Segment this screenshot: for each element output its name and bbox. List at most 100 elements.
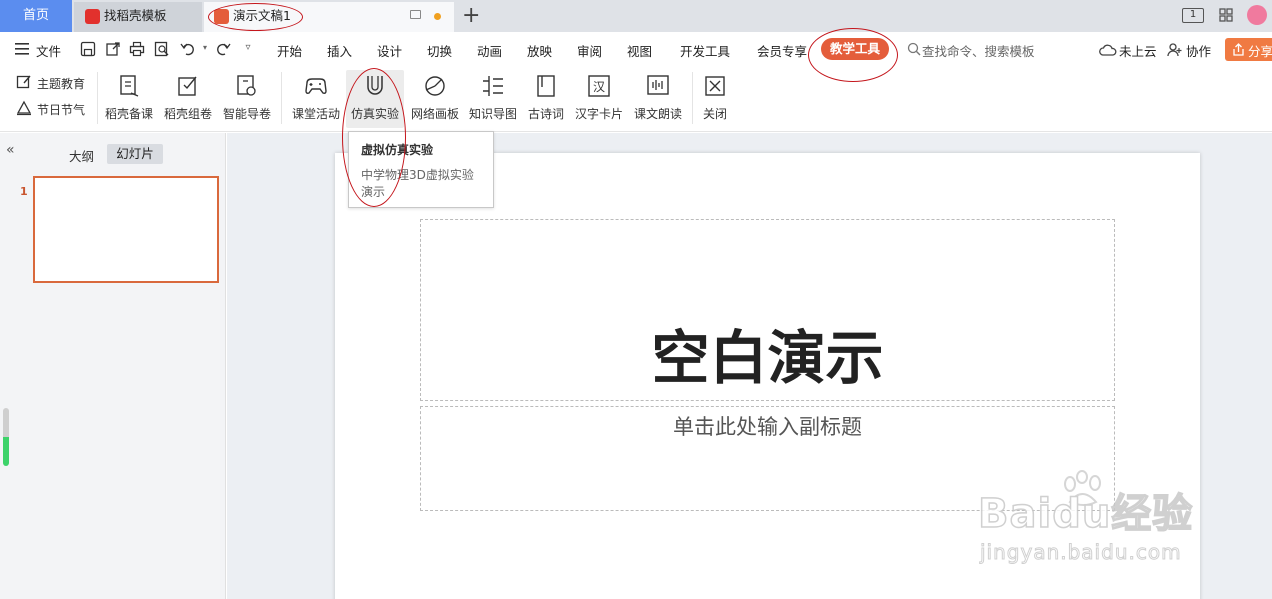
search-commands-input[interactable]: 查找命令、搜索模板 xyxy=(922,41,1035,60)
undo-icon[interactable] xyxy=(180,41,196,57)
close-tools-label: 关闭 xyxy=(702,107,727,121)
lesson-prep-icon xyxy=(120,75,139,97)
tab-home[interactable]: 首页 xyxy=(0,0,72,32)
tab-presentation-1[interactable]: 演示文稿1 xyxy=(204,2,454,32)
class-activity-button[interactable]: 课堂活动 xyxy=(290,70,342,128)
tab-slides[interactable]: 幻灯片 xyxy=(107,144,163,164)
menu-animation[interactable]: 动画 xyxy=(477,41,502,60)
scroll-indicator[interactable] xyxy=(3,408,9,466)
class-activity-label: 课堂活动 xyxy=(291,107,340,121)
tooltip-title: 虚拟仿真实验 xyxy=(361,143,434,157)
slide-thumbnail[interactable] xyxy=(33,176,219,283)
baidu-watermark: Baidu经验 jingyan.baidu.com xyxy=(977,470,1268,580)
simulation-lab-label: 仿真实验 xyxy=(350,107,399,121)
magnet-icon xyxy=(367,76,383,95)
slide-title: 空白演示 xyxy=(651,324,884,392)
app-window: 首页 找稻壳模板 演示文稿1 + 1 文件 ▾ ▿ 开始 插入 设计 切换 动画… xyxy=(0,0,1272,599)
page-count-badge[interactable]: 1 xyxy=(1182,8,1204,23)
character-card-button[interactable]: 汉 汉字卡片 xyxy=(572,70,626,128)
teaching-tools-ribbon: 主题教育 节日节气 稻壳备课 稻壳组卷 智能导卷 课堂活动 仿真实验 网络画板 … xyxy=(0,66,1272,132)
grid-apps-icon[interactable] xyxy=(1219,8,1233,22)
daoke-logo-icon xyxy=(85,9,100,24)
menu-start[interactable]: 开始 xyxy=(277,41,302,60)
daoke-lesson-prep-button[interactable]: 稻壳备课 xyxy=(103,70,155,128)
ribbon-separator xyxy=(692,72,693,124)
menu-view[interactable]: 视图 xyxy=(627,41,652,60)
close-tools-button[interactable]: 关闭 xyxy=(699,70,731,128)
menu-design[interactable]: 设计 xyxy=(377,41,402,60)
exam-builder-label: 稻壳组卷 xyxy=(163,107,212,121)
new-tab-button[interactable]: + xyxy=(462,3,480,29)
menu-transition[interactable]: 切换 xyxy=(427,41,452,60)
print-preview-icon[interactable] xyxy=(154,41,170,57)
cloud-icon[interactable] xyxy=(1099,43,1117,57)
smart-import-label: 智能导卷 xyxy=(222,107,271,121)
gamepad-icon xyxy=(305,78,327,94)
tooltip-description: 中学物理3D虚拟实验演示 xyxy=(361,168,474,199)
menu-review[interactable]: 审阅 xyxy=(577,41,602,60)
menu-file[interactable]: 文件 xyxy=(36,41,61,60)
slide-subtitle: 单击此处输入副标题 xyxy=(673,415,862,439)
network-board-label: 网络画板 xyxy=(410,107,459,121)
watermark-brand: Baidu经验 xyxy=(977,490,1194,538)
ribbon-menu: 文件 ▾ ▿ 开始 插入 设计 切换 动画 放映 审阅 视图 开发工具 会员专享… xyxy=(0,32,1272,66)
search-icon[interactable] xyxy=(907,42,921,56)
undo-dropdown-chevron-icon[interactable]: ▾ xyxy=(197,40,213,56)
mind-map-label: 知识导图 xyxy=(468,107,517,121)
collaborate-icon[interactable] xyxy=(1167,42,1183,58)
menu-member[interactable]: 会员专享 xyxy=(757,41,807,60)
user-avatar[interactable] xyxy=(1247,5,1267,25)
character-card-label: 汉字卡片 xyxy=(574,107,623,121)
quick-access-more-icon[interactable]: ▿ xyxy=(240,40,256,56)
daoke-exam-builder-button[interactable]: 稻壳组卷 xyxy=(162,70,214,128)
theme-education-icon xyxy=(16,75,31,89)
tab-outline[interactable]: 大纲 xyxy=(69,146,94,165)
slide-number: 1 xyxy=(20,185,28,198)
festival-label: 节日节气 xyxy=(37,103,86,117)
ancient-poetry-button[interactable]: 古诗词 xyxy=(524,70,568,128)
lesson-prep-label: 稻壳备课 xyxy=(104,107,153,121)
pie-board-icon xyxy=(425,76,445,96)
menu-teaching-tools[interactable]: 教学工具 xyxy=(821,38,889,60)
tab-daoke-templates[interactable]: 找稻壳模板 xyxy=(74,2,202,32)
audio-wave-icon xyxy=(647,75,669,95)
unsaved-dot-icon xyxy=(434,13,441,20)
presentation-logo-icon xyxy=(214,9,229,24)
book-icon xyxy=(537,75,555,97)
simulation-lab-button[interactable]: 仿真实验 xyxy=(346,70,404,128)
share-icon xyxy=(1233,43,1244,56)
cloud-status[interactable]: 未上云 xyxy=(1119,41,1157,60)
save-icon[interactable] xyxy=(80,41,96,57)
ancient-poetry-label: 古诗词 xyxy=(527,107,564,121)
collaborate-button[interactable]: 协作 xyxy=(1186,41,1211,60)
export-icon[interactable] xyxy=(105,41,121,57)
ribbon-separator xyxy=(97,72,98,124)
mind-map-button[interactable]: 知识导图 xyxy=(466,70,520,128)
text-reading-button[interactable]: 课文朗读 xyxy=(631,70,685,128)
tab-doc-label: 演示文稿1 xyxy=(233,8,291,23)
theme-education-label: 主题教育 xyxy=(37,77,86,91)
watermark-url: jingyan.baidu.com xyxy=(980,540,1182,565)
simulation-lab-tooltip: 虚拟仿真实验 中学物理3D虚拟实验演示 xyxy=(348,131,494,208)
menu-slideshow[interactable]: 放映 xyxy=(527,41,552,60)
menu-insert[interactable]: 插入 xyxy=(327,41,352,60)
smart-import-icon xyxy=(237,75,256,96)
share-button[interactable]: 分享 xyxy=(1225,38,1272,61)
exam-builder-icon xyxy=(178,76,197,96)
redo-icon[interactable] xyxy=(215,41,231,57)
festival-icon xyxy=(16,100,32,116)
svg-text:汉: 汉 xyxy=(593,80,605,94)
monitor-icon[interactable] xyxy=(410,10,421,19)
close-icon xyxy=(705,76,725,96)
hamburger-menu-icon[interactable] xyxy=(15,43,29,55)
ribbon-separator xyxy=(281,72,282,124)
menu-developer[interactable]: 开发工具 xyxy=(680,41,730,60)
tab-daoke-label: 找稻壳模板 xyxy=(104,8,167,23)
title-placeholder[interactable]: 空白演示 xyxy=(420,219,1115,401)
print-icon[interactable] xyxy=(129,41,145,57)
page-count-value: 1 xyxy=(1189,9,1197,20)
text-reading-label: 课文朗读 xyxy=(633,107,682,121)
collapse-panel-icon[interactable]: « xyxy=(6,143,15,157)
network-board-button[interactable]: 网络画板 xyxy=(407,70,463,128)
smart-import-button[interactable]: 智能导卷 xyxy=(221,70,273,128)
